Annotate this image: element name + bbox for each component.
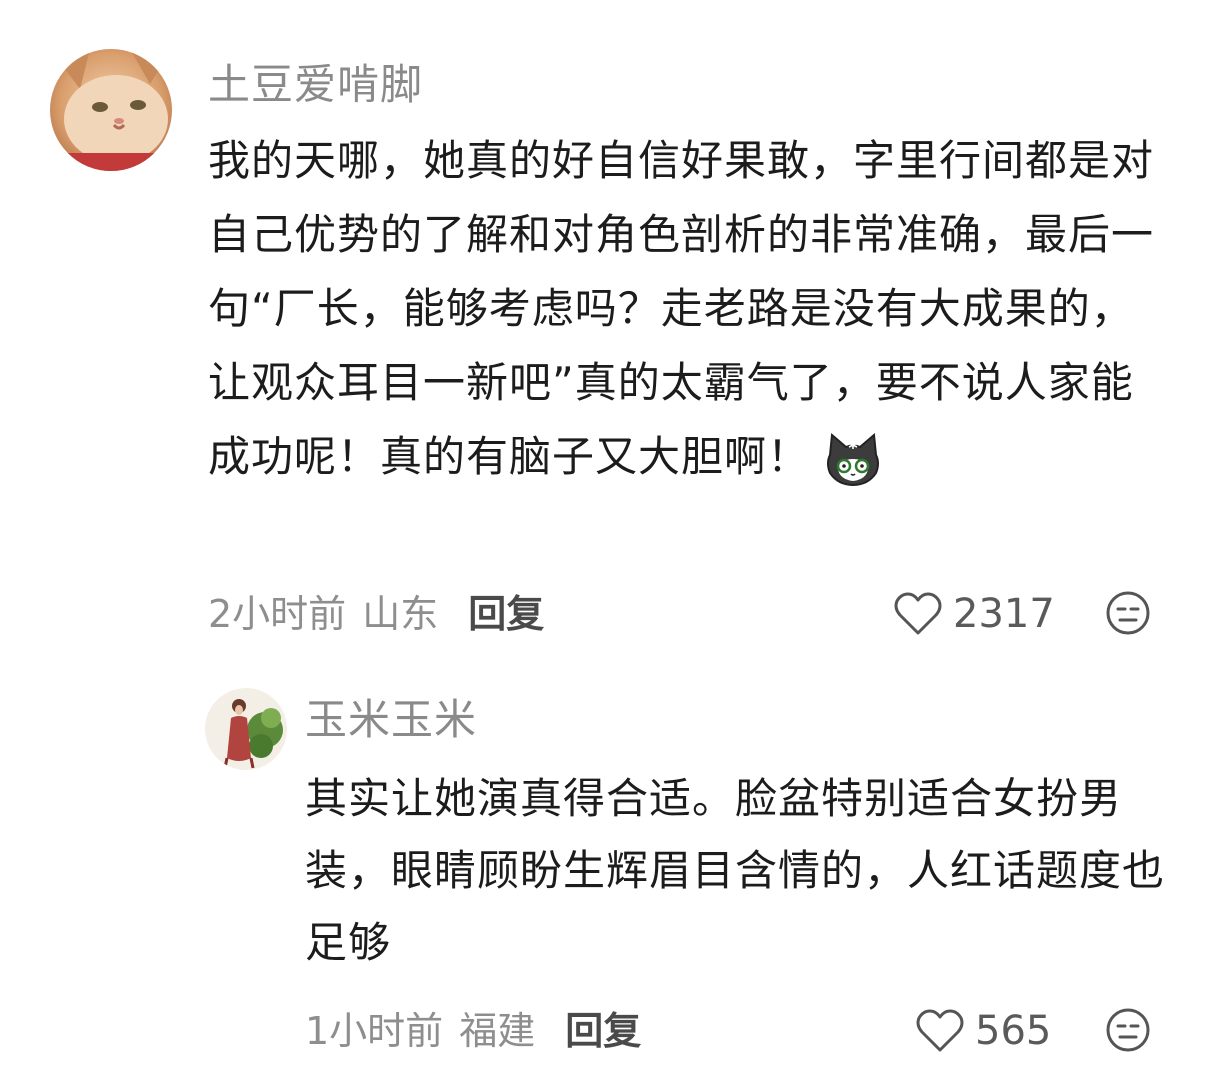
like-button[interactable]: 565 bbox=[915, 1005, 1051, 1057]
dislike-button[interactable] bbox=[1105, 1007, 1151, 1057]
comment-meta: 2小时前 山东 回复 bbox=[208, 588, 544, 640]
like-count: 565 bbox=[975, 1008, 1052, 1054]
comment-location: 福建 bbox=[459, 1009, 536, 1053]
comment-text: 我的天哪，她真的好自信好果敢，字里行间都是对自己优势的了解和对角色剖析的非常准确… bbox=[208, 124, 1168, 494]
comment-location: 山东 bbox=[362, 592, 439, 636]
heart-outline-icon bbox=[894, 592, 942, 635]
user-avatar[interactable] bbox=[205, 688, 287, 770]
comment-time: 2小时前 bbox=[208, 592, 347, 636]
dislike-button[interactable] bbox=[1105, 590, 1151, 640]
cat-avatar-icon bbox=[50, 49, 172, 171]
reply-button[interactable]: 回复 bbox=[565, 1005, 641, 1057]
heart-outline-icon bbox=[916, 1009, 964, 1052]
woman-with-plants-avatar-icon bbox=[205, 688, 287, 770]
username[interactable]: 玉米玉米 bbox=[305, 693, 477, 747]
comment-time: 1小时前 bbox=[305, 1009, 444, 1053]
comment-meta: 1小时前 福建 回复 bbox=[305, 1005, 641, 1057]
user-avatar[interactable] bbox=[50, 49, 172, 171]
meh-face-icon bbox=[1106, 591, 1150, 635]
meh-face-icon bbox=[1106, 1008, 1150, 1052]
like-count: 2317 bbox=[953, 591, 1055, 637]
like-button[interactable]: 2317 bbox=[893, 588, 1055, 640]
reply-button[interactable]: 回复 bbox=[468, 588, 544, 640]
comment-body: 我的天哪，她真的好自信好果敢，字里行间都是对自己优势的了解和对角色剖析的非常准确… bbox=[208, 136, 1155, 481]
comment-item: 土豆爱啃脚 我的天哪，她真的好自信好果敢，字里行间都是对自己优势的了解和对角色剖… bbox=[0, 0, 1224, 660]
username[interactable]: 土豆爱啃脚 bbox=[208, 58, 423, 112]
shocked-cat-emoji-icon bbox=[824, 432, 882, 487]
reply-comment-item: 玉米玉米 其实让她演真得合适。脸盆特别适合女扮男装，眼睛顾盼生辉眉目含情的，人红… bbox=[0, 660, 1224, 1087]
comment-text: 其实让她演真得合适。脸盆特别适合女扮男装，眼睛顾盼生辉眉目含情的，人红话题度也足… bbox=[305, 774, 1166, 967]
